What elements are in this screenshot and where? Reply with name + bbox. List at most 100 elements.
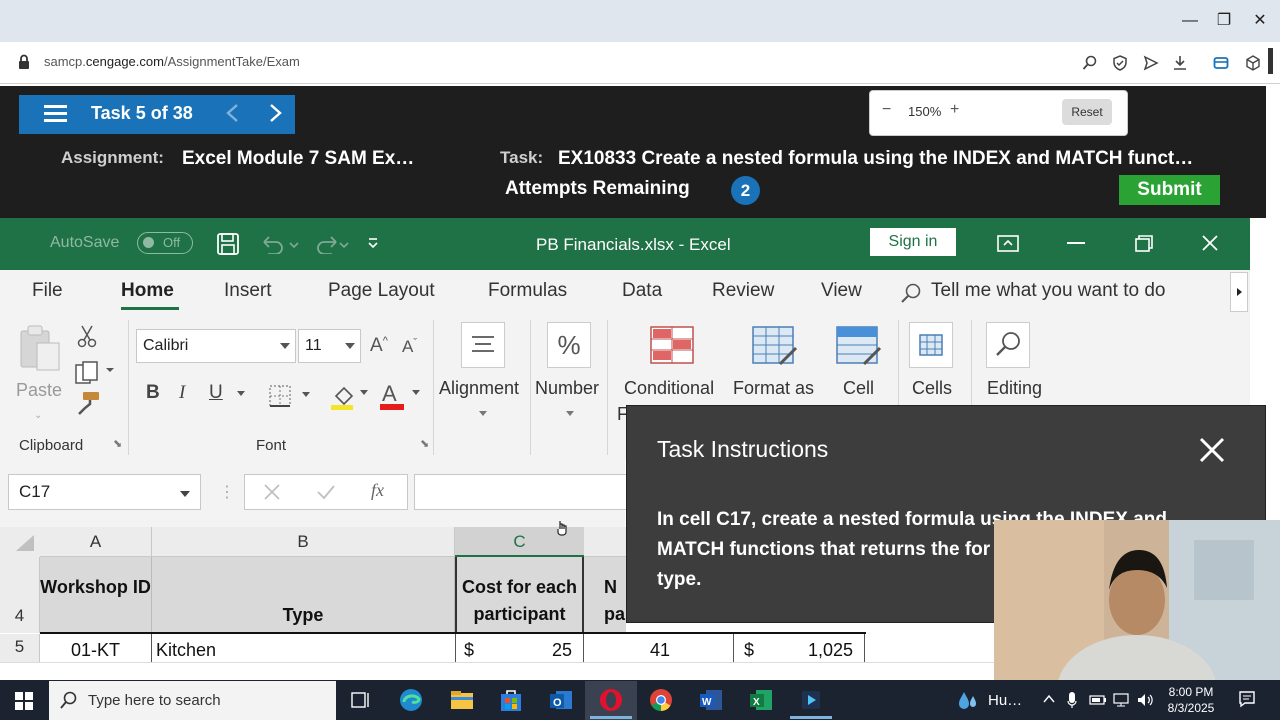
close-icon[interactable] [1196,434,1228,466]
shrink-font-icon[interactable]: Aˇ [402,337,417,357]
zoom-out-button[interactable]: − [882,101,891,119]
chevron-down-icon[interactable] [236,390,246,398]
paste-label[interactable]: Paste [16,380,62,401]
notifications-icon[interactable] [1238,690,1256,708]
store-icon[interactable] [498,687,524,713]
insert-function-button[interactable]: fx [371,480,384,501]
next-task-icon[interactable] [269,103,283,123]
volume-icon[interactable] [1136,692,1154,708]
ribbon-scroll-button[interactable] [1230,272,1248,312]
font-color-icon[interactable]: A [378,380,424,412]
autosave-toggle[interactable]: Off [137,232,193,254]
edge-icon[interactable] [398,687,424,713]
tab-review[interactable]: Review [712,280,774,302]
cell-c5[interactable]: $ 25 [455,634,584,662]
zoom-reset-button[interactable]: Reset [1062,99,1112,125]
windows-start-icon[interactable] [15,692,33,710]
word-icon[interactable]: W [698,687,724,713]
row-header-4[interactable]: 4 [0,557,40,633]
name-box[interactable]: C17 [8,474,201,510]
close-icon[interactable]: ✕ [1246,8,1274,34]
file-explorer-icon[interactable] [449,687,475,713]
cell-styles-icon[interactable] [836,326,884,368]
tab-insert[interactable]: Insert [224,280,272,302]
network-icon[interactable] [1112,693,1130,707]
excel-close-icon[interactable] [1201,234,1219,252]
row-header-5[interactable]: 5 [0,634,40,662]
cell-b5[interactable]: Kitchen [152,634,455,662]
formula-input[interactable] [414,474,634,510]
clipboard-launcher-icon[interactable]: ⬊ [113,437,122,450]
excel-icon[interactable]: X [748,687,774,713]
fill-color-icon[interactable] [330,382,372,412]
download-icon[interactable] [1172,55,1188,71]
battery-icon[interactable] [1089,693,1107,707]
zoom-in-button[interactable]: + [950,101,959,119]
cells-icon[interactable] [909,322,953,368]
shield-icon[interactable] [1112,55,1128,71]
cube-icon[interactable] [1245,55,1261,71]
chevron-down-icon[interactable] [565,410,575,418]
save-icon[interactable] [216,232,240,256]
cell-styles-label[interactable]: Cell [843,378,874,399]
weather-label[interactable]: Hu… [988,692,1022,709]
bold-button[interactable]: B [146,382,160,404]
taskbar-clock[interactable]: 8:00 PM 8/3/2025 [1162,684,1220,716]
chevron-down-icon[interactable] [179,489,191,499]
opera-icon[interactable] [598,687,624,713]
alignment-icon[interactable] [461,322,505,368]
microphone-icon[interactable] [1067,691,1077,709]
alignment-label[interactable]: Alignment [439,378,519,399]
tab-view[interactable]: View [821,280,862,302]
prev-task-icon[interactable] [225,103,239,123]
tab-file[interactable]: File [32,280,63,302]
paste-icon[interactable] [17,323,63,373]
enter-check-icon[interactable] [316,483,336,501]
chevron-down-icon[interactable] [478,410,488,418]
cell-c4[interactable]: Cost for each participant [455,557,584,633]
paste-dropdown-icon[interactable]: ⌄ [34,410,42,421]
tab-formulas[interactable]: Formulas [488,280,567,302]
cancel-entry-icon[interactable] [263,483,281,501]
submit-button[interactable]: Submit [1119,175,1220,205]
copy-icon[interactable] [74,360,118,386]
undo-icon[interactable] [260,234,300,254]
menu-icon[interactable] [44,104,67,123]
editing-label[interactable]: Editing [987,378,1042,399]
tab-data[interactable]: Data [622,280,662,302]
grow-font-icon[interactable]: A^ [370,335,388,357]
tell-me-box[interactable]: Tell me what you want to do [931,280,1165,302]
cell-a4[interactable]: Workshop ID [40,557,152,633]
zoom-search-icon[interactable] [1082,55,1098,71]
ribbon-display-icon[interactable] [996,233,1020,253]
format-as-table-label[interactable]: Format as [733,378,814,399]
cut-icon[interactable] [77,324,97,348]
column-header-a[interactable]: A [40,527,152,557]
send-icon[interactable] [1143,55,1159,71]
redo-icon[interactable] [312,234,352,254]
editing-search-icon[interactable] [986,322,1030,368]
chevron-down-icon[interactable] [344,341,356,351]
cell-b4[interactable]: Type [152,557,455,633]
url-field[interactable]: samcp.cengage.com/AssignmentTake/Exam [44,54,300,69]
borders-icon[interactable] [268,384,314,408]
weather-drop-icon[interactable] [958,690,978,712]
outlook-icon[interactable]: O [548,687,574,713]
chrome-icon[interactable] [648,687,674,713]
format-painter-icon[interactable] [75,390,101,416]
restore-icon[interactable]: ❐ [1210,8,1238,34]
minimize-icon[interactable]: — [1176,8,1204,34]
tab-page-layout[interactable]: Page Layout [328,280,435,302]
number-format-icon[interactable]: % [547,322,591,368]
conditional-formatting-label[interactable]: Conditional [624,378,714,399]
column-header-b[interactable]: B [152,527,455,557]
tray-chevron-up-icon[interactable] [1043,694,1055,704]
font-launcher-icon[interactable]: ⬊ [420,437,429,450]
cell-d4[interactable]: Npa [584,557,626,633]
cell-e5[interactable]: $ 1,025 [734,634,865,662]
column-header-d[interactable] [584,527,626,557]
format-as-table-icon[interactable] [752,326,800,368]
excel-minimize-icon[interactable] [1067,242,1085,244]
tab-home[interactable]: Home [121,280,174,302]
cell-a5[interactable]: 01-KT [40,634,152,662]
